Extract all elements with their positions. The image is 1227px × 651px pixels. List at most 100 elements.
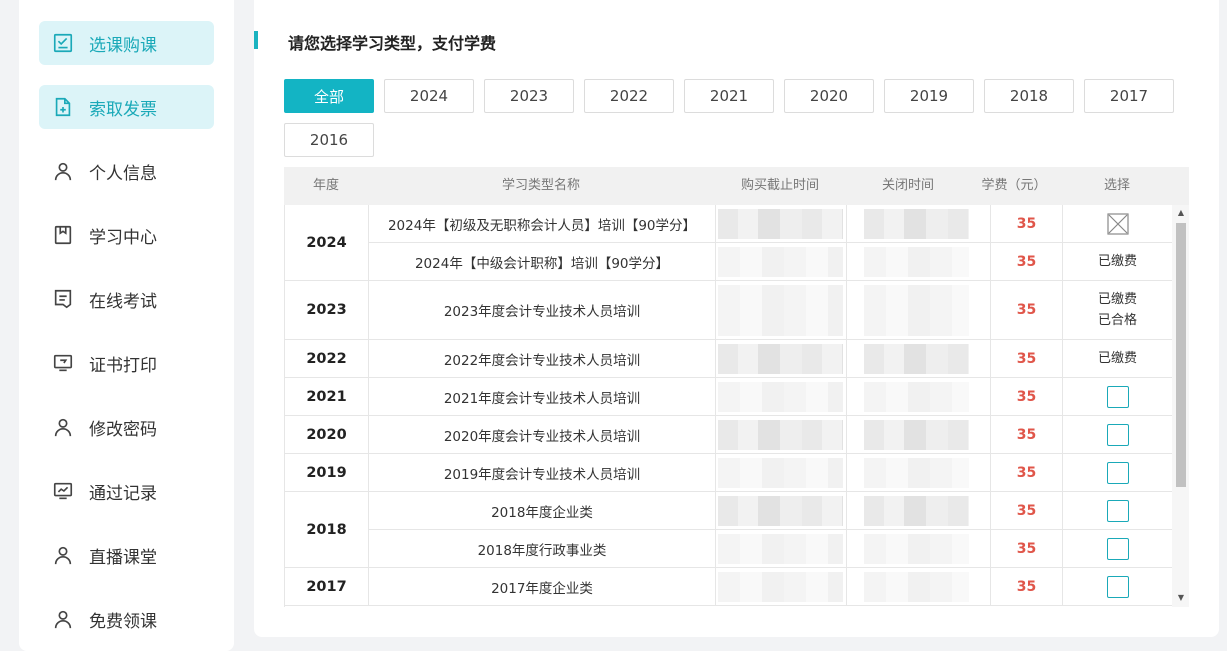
deadline-cell-redacted <box>716 205 847 243</box>
redacted-block <box>864 534 969 564</box>
select-checkbox[interactable] <box>1106 575 1129 598</box>
table-scrollbar[interactable]: ▲ ▼ <box>1172 205 1189 607</box>
title-accent-bar <box>254 31 258 49</box>
select-cell: 已缴费 <box>1063 340 1172 378</box>
scroll-up-icon[interactable]: ▲ <box>1176 208 1186 217</box>
select-checkbox[interactable] <box>1106 499 1129 522</box>
invoice-add-icon <box>51 95 75 119</box>
select-cell[interactable] <box>1063 378 1172 416</box>
fee-cell: 35 <box>991 454 1063 492</box>
checklist-icon <box>51 31 75 55</box>
sidebar-item-label: 在线考试 <box>89 291 157 312</box>
deadline-cell-redacted <box>716 281 847 340</box>
fee-cell: 35 <box>991 568 1063 606</box>
disabled-checkbox-icon <box>1106 212 1129 235</box>
year-filter-2[interactable]: 2023 <box>484 79 574 113</box>
sidebar-item-0[interactable]: 选课购课 <box>39 21 214 65</box>
page-title: 请您选择学习类型，支付学费 <box>288 34 497 53</box>
close-time-cell-redacted <box>847 416 991 454</box>
redacted-block <box>718 209 843 239</box>
course-name-cell: 2024年【中级会计职称】培训【90学分】 <box>369 243 716 281</box>
exam-icon <box>51 287 75 311</box>
deadline-cell-redacted <box>716 378 847 416</box>
redacted-block <box>864 382 969 412</box>
redacted-block <box>864 209 969 239</box>
sidebar-item-3[interactable]: 学习中心 <box>39 213 214 257</box>
sidebar-item-label: 学习中心 <box>89 227 157 248</box>
monitor-print-icon <box>51 351 75 375</box>
select-checkbox[interactable] <box>1106 385 1129 408</box>
sidebar-item-label: 索取发票 <box>89 99 157 120</box>
sidebar: 选课购课索取发票个人信息学习中心在线考试证书打印修改密码通过记录直播课堂免费领课 <box>19 0 234 651</box>
table-header: 年度 学习类型名称 购买截止时间 关闭时间 学费（元） 选择 <box>284 167 1189 205</box>
column-header-0: 年度 <box>312 178 339 193</box>
redacted-block <box>718 247 843 277</box>
year-filter-9[interactable]: 2016 <box>284 123 374 157</box>
table-body: 2024 2024年【初级及无职称会计人员】培训【90学分】 35 2024年【中级会… <box>284 205 1172 607</box>
redacted-block <box>718 534 843 564</box>
column-header-5: 选择 <box>1103 178 1130 193</box>
redacted-block <box>718 344 843 374</box>
redacted-block <box>718 382 843 412</box>
sidebar-item-label: 个人信息 <box>89 163 157 184</box>
fee-cell: 35 <box>991 340 1063 378</box>
select-cell[interactable] <box>1063 568 1172 606</box>
sidebar-item-7[interactable]: 通过记录 <box>39 469 214 513</box>
course-name-cell: 2023年度会计专业技术人员培训 <box>369 281 716 340</box>
redacted-block <box>864 247 969 277</box>
close-time-cell-redacted <box>847 454 991 492</box>
redacted-block <box>864 420 969 450</box>
course-name-cell: 2017年度企业类 <box>369 568 716 606</box>
deadline-cell-redacted <box>716 568 847 606</box>
sidebar-item-9[interactable]: 免费领课 <box>39 597 214 641</box>
select-checkbox[interactable] <box>1106 423 1129 446</box>
sidebar-item-5[interactable]: 证书打印 <box>39 341 214 385</box>
payment-status: 已缴费 <box>1097 351 1137 366</box>
year-filter-6[interactable]: 2019 <box>884 79 974 113</box>
select-cell[interactable] <box>1063 454 1172 492</box>
year-filter-3[interactable]: 2022 <box>584 79 674 113</box>
redacted-block <box>864 458 969 488</box>
close-time-cell-redacted <box>847 378 991 416</box>
select-checkbox[interactable] <box>1106 461 1129 484</box>
user-icon <box>51 415 75 439</box>
redacted-block <box>718 572 843 602</box>
select-cell[interactable] <box>1063 530 1172 568</box>
year-filter-1[interactable]: 2024 <box>384 79 474 113</box>
user-icon <box>51 607 75 631</box>
close-time-cell-redacted <box>847 205 991 243</box>
redacted-block <box>718 420 843 450</box>
bookmark-book-icon <box>51 223 75 247</box>
course-name-cell: 2021年度会计专业技术人员培训 <box>369 378 716 416</box>
sidebar-item-8[interactable]: 直播课堂 <box>39 533 214 577</box>
sidebar-item-6[interactable]: 修改密码 <box>39 405 214 449</box>
year-filter-7[interactable]: 2018 <box>984 79 1074 113</box>
year-filter-8[interactable]: 2017 <box>1084 79 1174 113</box>
course-name-cell: 2024年【初级及无职称会计人员】培训【90学分】 <box>369 205 716 243</box>
course-name-cell: 2018年度行政事业类 <box>369 530 716 568</box>
sidebar-item-label: 选课购课 <box>89 35 157 56</box>
select-cell[interactable] <box>1063 492 1172 530</box>
deadline-cell-redacted <box>716 416 847 454</box>
select-cell[interactable] <box>1063 416 1172 454</box>
year-filter-0[interactable]: 全部 <box>284 79 374 113</box>
scroll-thumb[interactable] <box>1176 223 1186 487</box>
deadline-cell-redacted <box>716 454 847 492</box>
course-name-cell: 2022年度会计专业技术人员培训 <box>369 340 716 378</box>
column-header-1: 学习类型名称 <box>501 178 580 193</box>
sidebar-item-2[interactable]: 个人信息 <box>39 149 214 193</box>
year-filter-4[interactable]: 2021 <box>684 79 774 113</box>
sidebar-item-4[interactable]: 在线考试 <box>39 277 214 321</box>
course-name-cell: 2018年度企业类 <box>369 492 716 530</box>
scroll-down-icon[interactable]: ▼ <box>1176 593 1186 602</box>
sidebar-item-1[interactable]: 索取发票 <box>39 85 214 129</box>
deadline-cell-redacted <box>716 530 847 568</box>
redacted-block <box>864 572 969 602</box>
payment-status: 已缴费 <box>1097 292 1137 307</box>
select-checkbox[interactable] <box>1106 537 1129 560</box>
user-icon <box>51 543 75 567</box>
year-filter-5[interactable]: 2020 <box>784 79 874 113</box>
close-time-cell-redacted <box>847 281 991 340</box>
close-time-cell-redacted <box>847 568 991 606</box>
fee-cell: 35 <box>991 281 1063 340</box>
